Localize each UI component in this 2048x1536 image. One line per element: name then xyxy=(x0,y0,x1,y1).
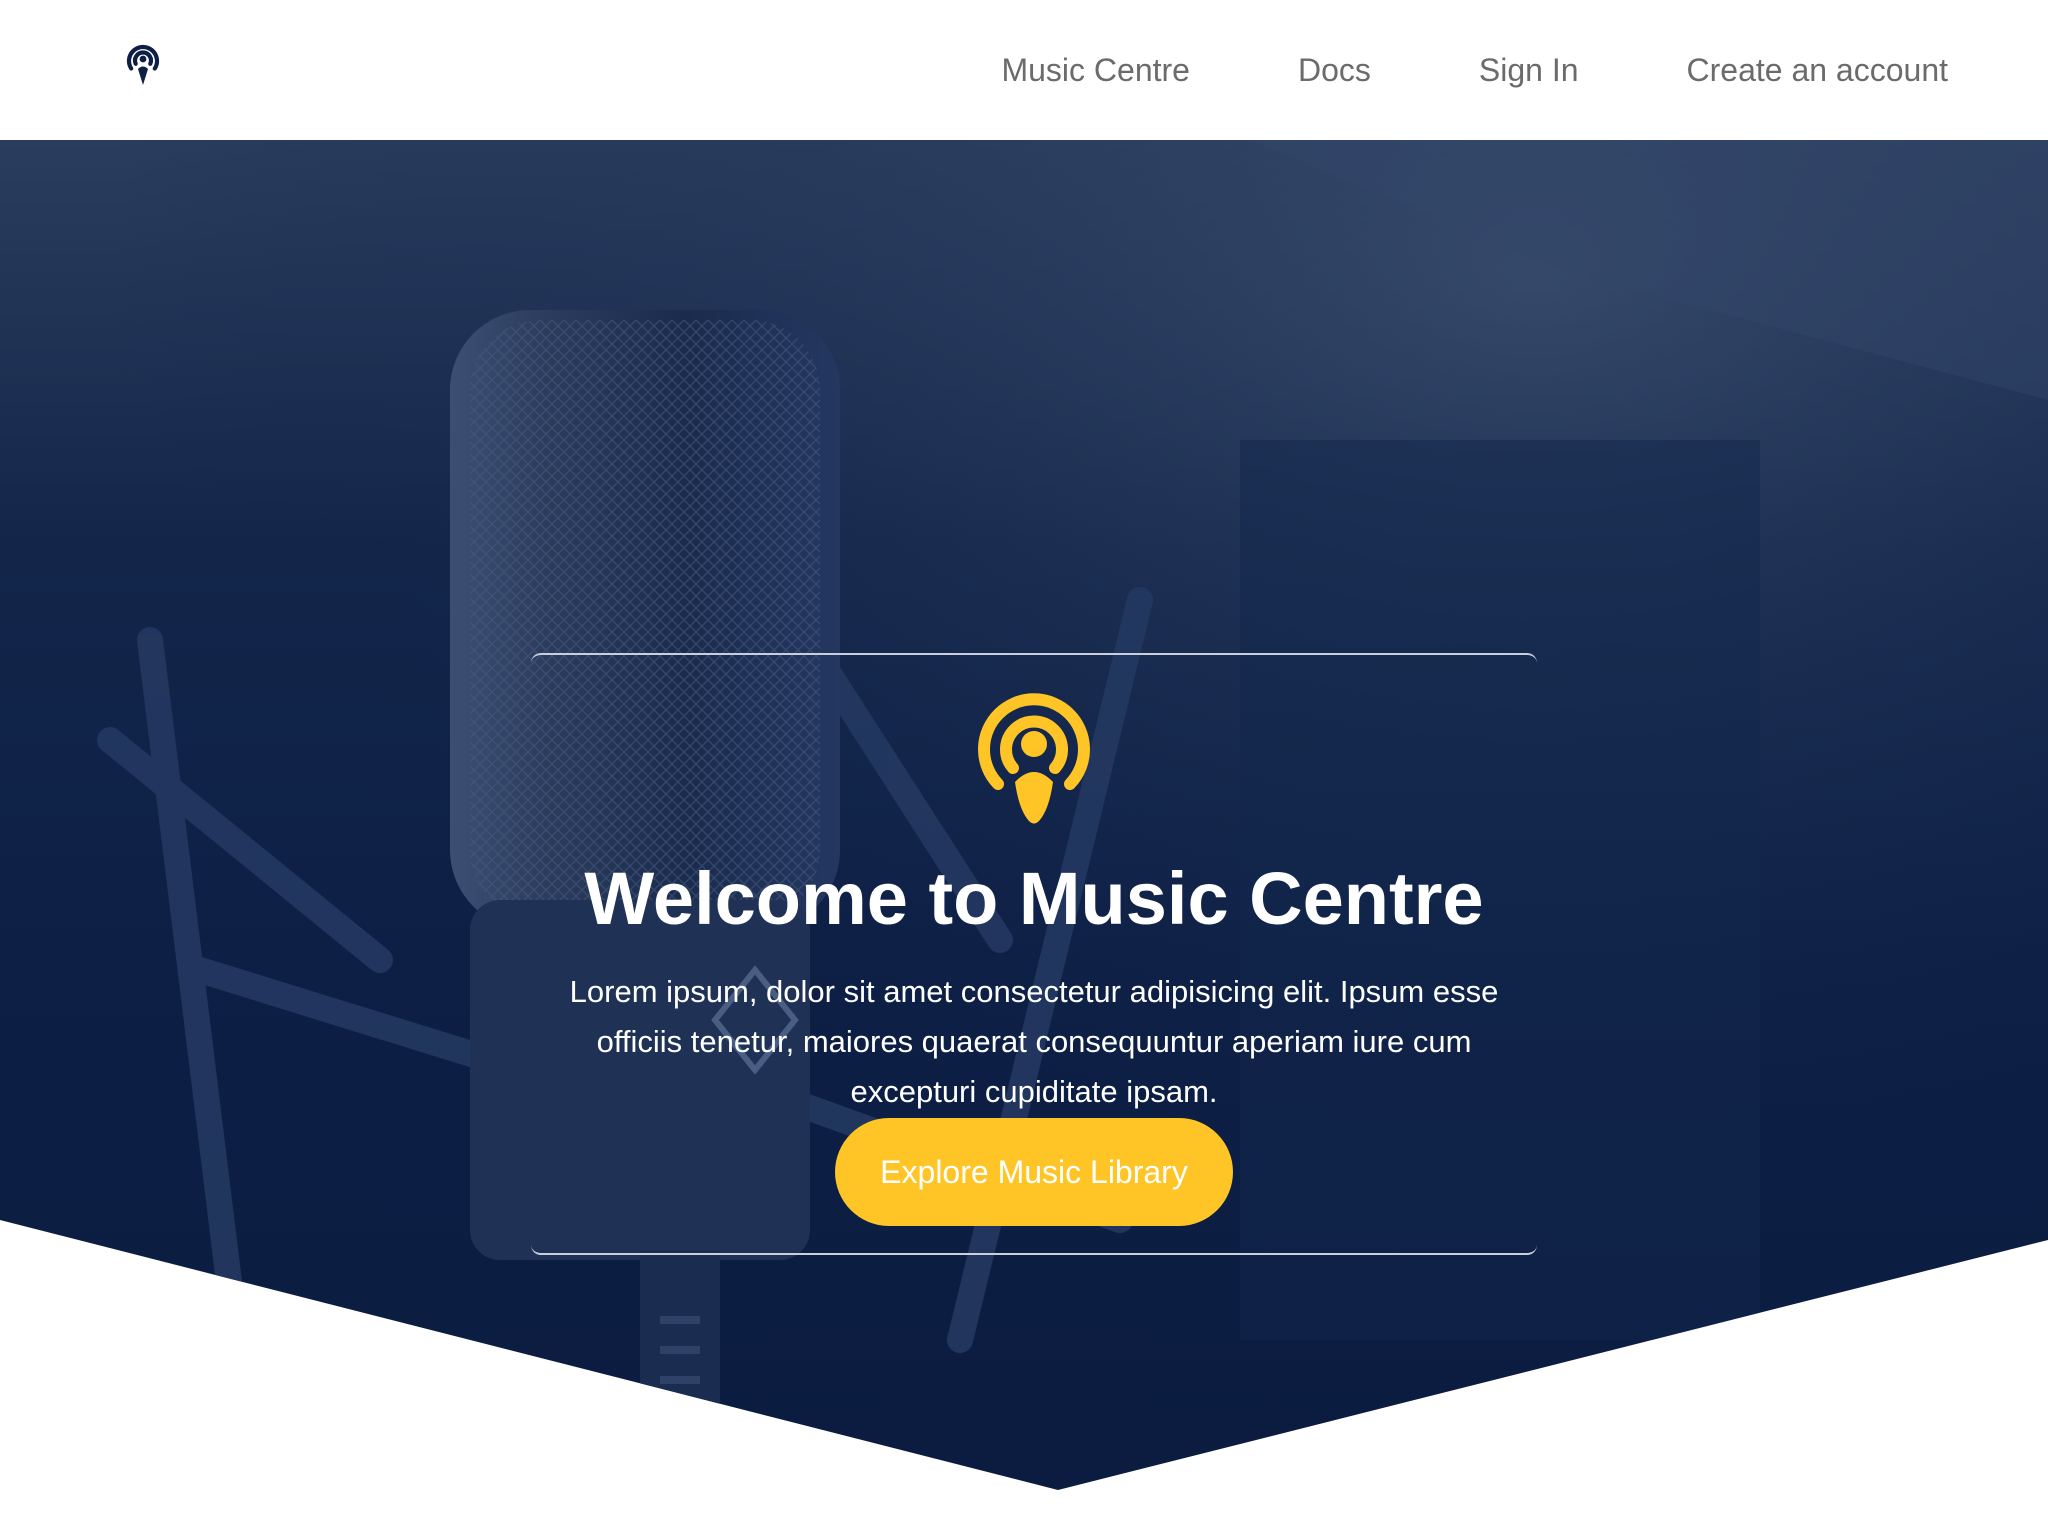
hero-section: Welcome to Music Centre Lorem ipsum, dol… xyxy=(0,140,2048,1490)
nav-link-docs[interactable]: Docs xyxy=(1298,54,1371,86)
top-navbar: Music Centre Docs Sign In Create an acco… xyxy=(0,0,2048,140)
hero-description: Lorem ipsum, dolor sit amet consectetur … xyxy=(569,974,1499,1109)
nav-links: Music Centre Docs Sign In Create an acco… xyxy=(1001,0,1948,140)
hero-card: Welcome to Music Centre Lorem ipsum, dol… xyxy=(531,653,1537,1255)
nav-link-music-centre[interactable]: Music Centre xyxy=(1001,54,1190,86)
podcast-icon xyxy=(978,693,1090,824)
nav-link-create-account[interactable]: Create an account xyxy=(1687,54,1949,86)
podcast-icon[interactable] xyxy=(122,42,164,88)
explore-music-library-button[interactable]: Explore Music Library xyxy=(835,1118,1233,1226)
nav-link-sign-in[interactable]: Sign In xyxy=(1479,54,1579,86)
hero-title: Welcome to Music Centre xyxy=(584,857,1484,940)
